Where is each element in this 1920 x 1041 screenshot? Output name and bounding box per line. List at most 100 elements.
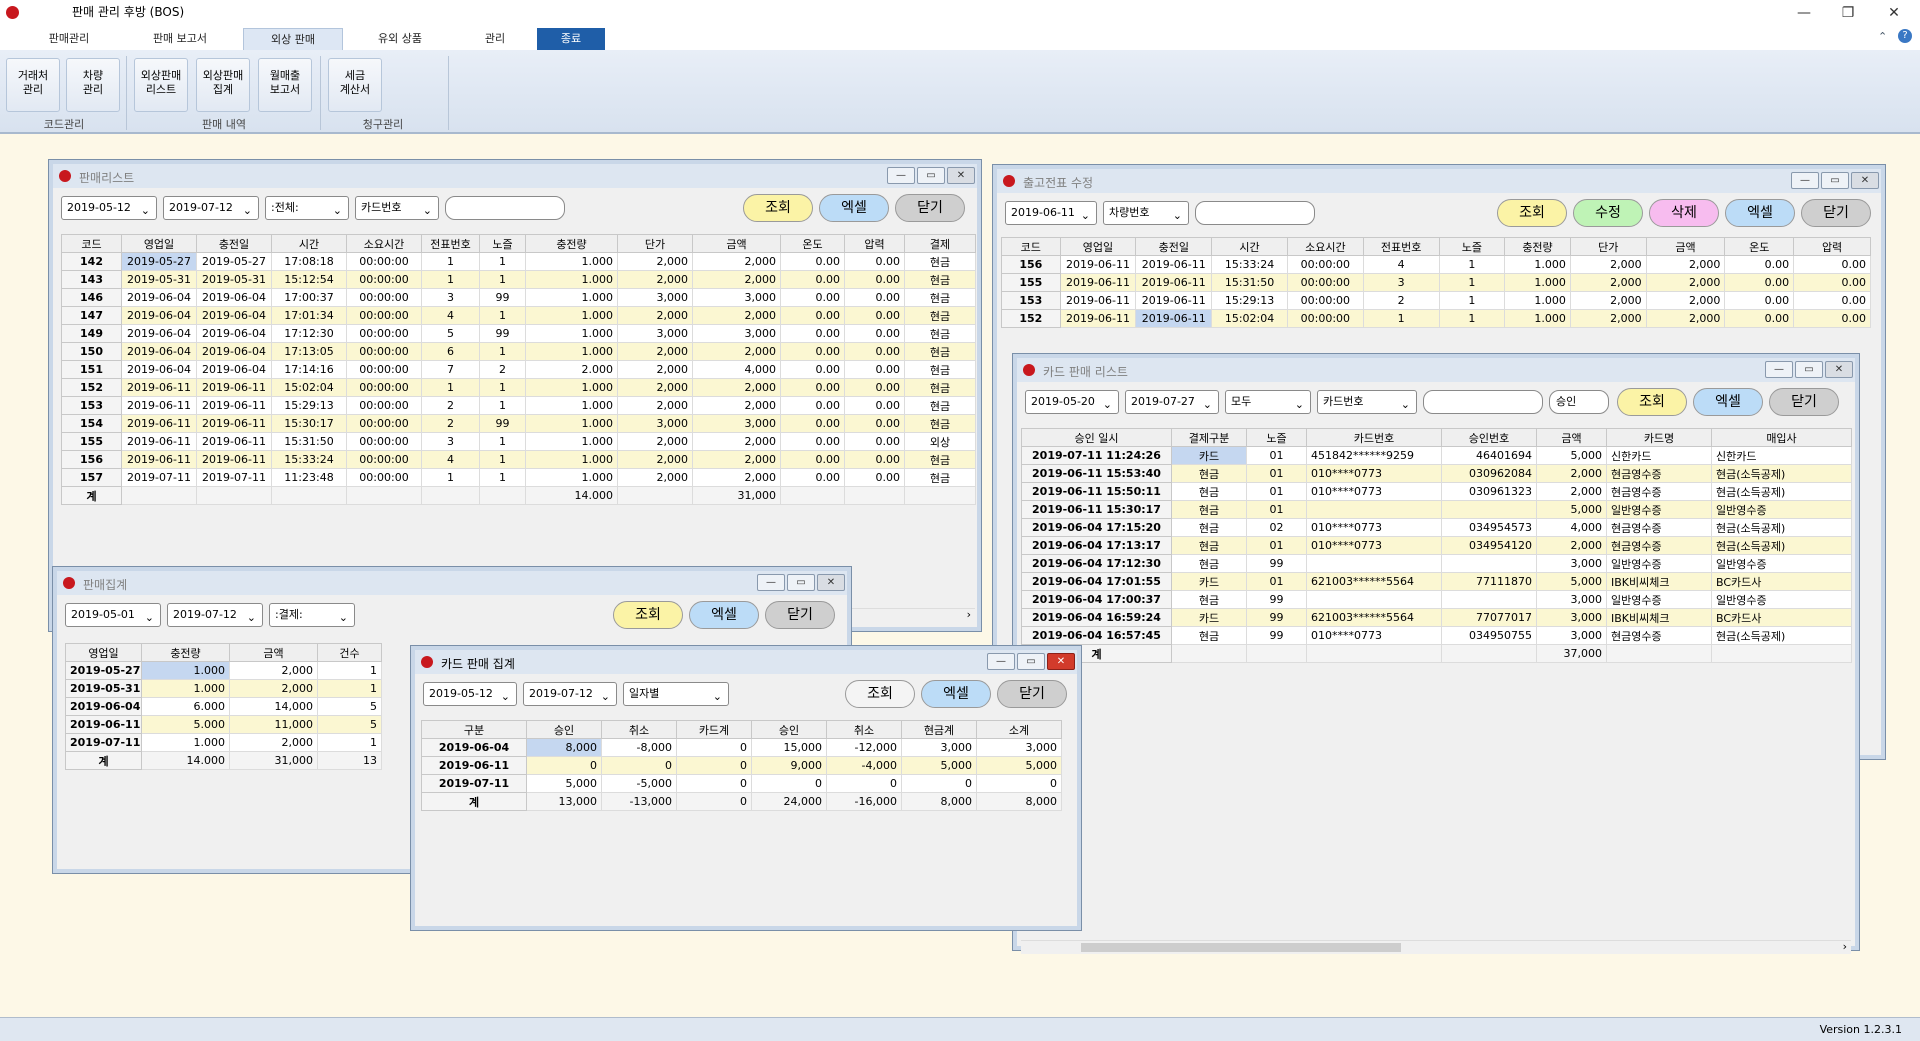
column-header[interactable]: 노즐 [1246,428,1307,447]
monthly-report-button[interactable]: 월매출 보고서 [258,58,312,112]
search-input[interactable] [445,196,565,220]
close-icon[interactable]: ✕ [1047,653,1075,670]
restore-icon[interactable]: ❐ [1826,0,1870,26]
collapse-ribbon-icon[interactable]: ⌃ [1878,30,1887,43]
excel-button[interactable]: 엑셀 [921,680,991,708]
table-row[interactable]: 2019-06-11 0 0 0 9,000 -4,000 5,000 5,000 [421,756,1062,775]
tab-credit-sales[interactable]: 외상 판매 [243,28,343,50]
search-input[interactable] [1423,390,1543,414]
column-header[interactable]: 취소 [601,720,677,739]
tab-sales-report[interactable]: 판매 보고서 [135,28,225,50]
minimize-icon[interactable]: — [1765,361,1793,378]
column-header[interactable]: 금액 [229,643,318,662]
column-header[interactable]: 시간 [271,234,347,253]
date-from-picker[interactable]: 2019-05-12 ⌄ [61,196,157,220]
column-header[interactable]: 건수 [317,643,382,662]
column-header[interactable]: 전표번호 [421,234,480,253]
column-header[interactable]: 온도 [1724,237,1795,256]
column-header[interactable]: 매입사 [1711,428,1852,447]
maximize-icon[interactable]: ▭ [917,167,945,184]
search-button[interactable]: 조회 [613,601,683,629]
column-header[interactable]: 단가 [1569,237,1647,256]
card-number-select[interactable]: 카드번호 ⌄ [355,196,439,220]
search-button[interactable]: 조회 [743,194,813,222]
column-header[interactable]: 구분 [421,720,527,739]
search-button[interactable]: 조회 [1617,388,1687,416]
date-to-picker[interactable]: 2019-07-27 ⌄ [1125,390,1219,414]
table-row[interactable]: 2019-05-27 1.000 2,000 1 [65,661,382,680]
tab-admin[interactable]: 관리 [460,28,530,50]
table-row[interactable]: 152 2019-06-11 2019-06-11 15:02:04 00:00:00 1… [61,378,976,397]
approval-input[interactable]: 승인 [1549,390,1609,414]
table-row[interactable]: 152 2019-06-11 2019-06-11 15:02:04 00:00:00 1… [1001,309,1871,328]
credit-list-button[interactable]: 외상판매 리스트 [134,58,188,112]
column-header[interactable]: 노즐 [1438,237,1506,256]
column-header[interactable]: 카드번호 [1306,428,1442,447]
date-to-picker[interactable]: 2019-07-12 ⌄ [523,682,617,706]
column-header[interactable]: 승인 [526,720,602,739]
group-by-select[interactable]: 일자별 ⌄ [623,682,729,706]
date-from-picker[interactable]: 2019-05-12 ⌄ [423,682,517,706]
table-row[interactable]: 157 2019-07-11 2019-07-11 11:23:48 00:00:00 1… [61,468,976,487]
close-button[interactable]: 닫기 [1801,199,1871,227]
column-header[interactable]: 영업일 [121,234,197,253]
close-icon[interactable]: ✕ [1872,0,1916,26]
column-header[interactable]: 전표번호 [1362,237,1440,256]
column-header[interactable]: 압력 [1793,237,1871,256]
table-row[interactable]: 151 2019-06-04 2019-06-04 17:14:16 00:00:00 7… [61,360,976,379]
column-header[interactable]: 시간 [1211,237,1288,256]
table-row[interactable]: 150 2019-06-04 2019-06-04 17:13:05 00:00:00 6… [61,342,976,361]
minimize-icon[interactable]: — [987,653,1015,670]
column-header[interactable]: 승인 [751,720,827,739]
close-button[interactable]: 닫기 [895,194,965,222]
column-header[interactable]: 단가 [617,234,693,253]
payment-filter-select[interactable]: :전체: ⌄ [265,196,349,220]
column-header[interactable]: 영업일 [65,643,142,662]
table-row[interactable]: 146 2019-06-04 2019-06-04 17:00:37 00:00:00 3… [61,288,976,307]
column-header[interactable]: 승인 일시 [1021,428,1172,447]
date-from-picker[interactable]: 2019-05-20 ⌄ [1025,390,1119,414]
delete-button[interactable]: 삭제 [1649,199,1719,227]
column-header[interactable]: 금액 [692,234,781,253]
table-row[interactable]: 2019-06-11 5.000 11,000 5 [65,715,382,734]
search-button[interactable]: 조회 [1497,199,1567,227]
date-from-picker[interactable]: 2019-05-01 ⌄ [65,603,161,627]
column-header[interactable]: 충전량 [141,643,230,662]
table-row[interactable]: 156 2019-06-11 2019-06-11 15:33:24 00:00:00 4… [61,450,976,469]
excel-button[interactable]: 엑셀 [819,194,889,222]
column-header[interactable]: 충전량 [525,234,618,253]
table-row[interactable]: 2019-05-31 1.000 2,000 1 [65,679,382,698]
maximize-icon[interactable]: ▭ [1821,172,1849,189]
minimize-icon[interactable]: — [1782,0,1826,26]
close-button[interactable]: 닫기 [997,680,1067,708]
minimize-icon[interactable]: — [887,167,915,184]
table-row[interactable]: 2019-07-11 5,000 -5,000 0 0 0 0 0 [421,774,1062,793]
tab-exit[interactable]: 종료 [537,28,605,50]
minimize-icon[interactable]: — [1791,172,1819,189]
column-header[interactable]: 코드 [1001,237,1061,256]
table-row[interactable]: 155 2019-06-11 2019-06-11 15:31:50 00:00:00 3… [1001,273,1871,292]
date-to-picker[interactable]: 2019-07-12 ⌄ [163,196,259,220]
excel-button[interactable]: 엑셀 [1693,388,1763,416]
table-row[interactable]: 153 2019-06-11 2019-06-11 15:29:13 00:00:00 2… [1001,291,1871,310]
table-row[interactable]: 149 2019-06-04 2019-06-04 17:12:30 00:00:00 5… [61,324,976,343]
date-to-picker[interactable]: 2019-07-12 ⌄ [167,603,263,627]
column-header[interactable]: 노즐 [479,234,526,253]
close-icon[interactable]: ✕ [947,167,975,184]
column-header[interactable]: 결제 [904,234,976,253]
table-row[interactable]: 2019-06-11 15:53:40 현금 01 010****0773 030962… [1021,464,1852,483]
horizontal-scrollbar[interactable]: › [1021,940,1851,954]
tax-invoice-button[interactable]: 세금 계산서 [328,58,382,112]
table-row[interactable]: 2019-06-04 8,000 -8,000 0 15,000 -12,000 3,000… [421,738,1062,757]
excel-button[interactable]: 엑셀 [1725,199,1795,227]
column-header[interactable]: 금액 [1645,237,1726,256]
column-header[interactable]: 충전일 [196,234,272,253]
table-row[interactable]: 2019-06-04 17:00:37 현금 99 3,000 일반영수증 일반영수증 [1021,590,1852,609]
vehicle-number-select[interactable]: 차량번호 ⌄ [1103,201,1189,225]
table-row[interactable]: 2019-06-04 16:59:24 카드 99 621003******5564 7… [1021,608,1852,627]
column-header[interactable]: 카드계 [676,720,752,739]
table-row[interactable]: 155 2019-06-11 2019-06-11 15:31:50 00:00:00 3… [61,432,976,451]
column-header[interactable]: 코드 [61,234,122,253]
edit-button[interactable]: 수정 [1573,199,1643,227]
table-row[interactable]: 2019-06-04 17:15:20 현금 02 010****0773 034954… [1021,518,1852,537]
